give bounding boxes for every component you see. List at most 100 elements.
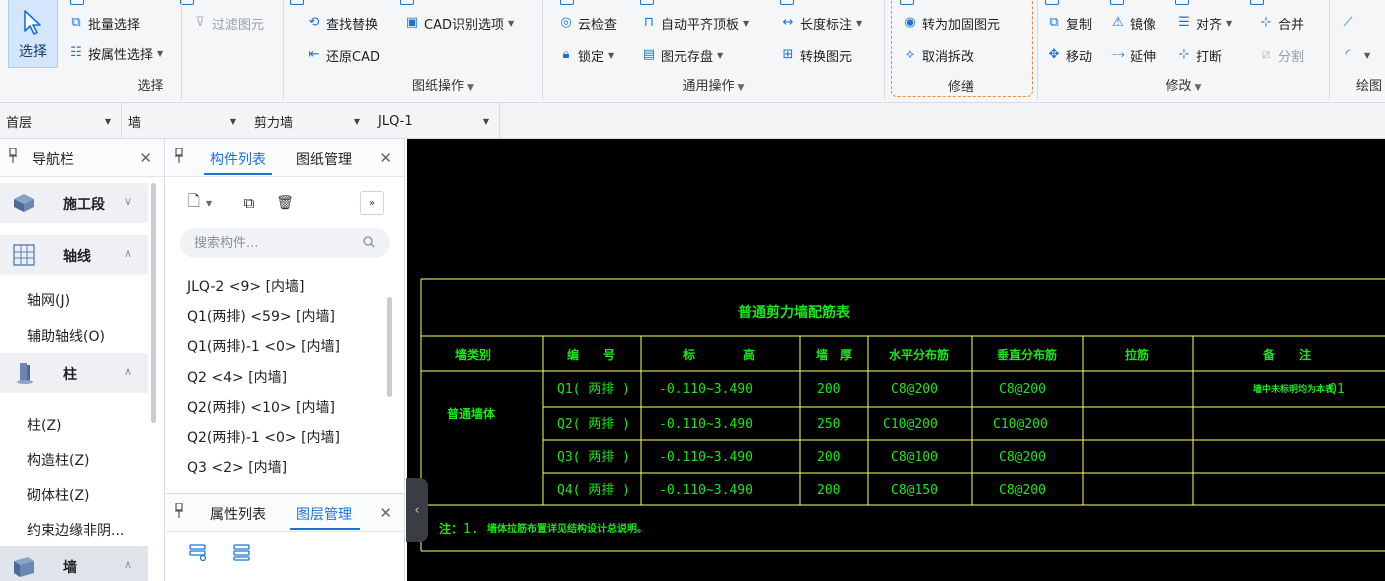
grid-icon bbox=[13, 244, 35, 266]
chevron-up-icon: ∧ bbox=[124, 558, 133, 571]
cad-note-text: 墙体拉筋布置详见结构设计总说明。 bbox=[487, 522, 647, 535]
collapse-panel-button[interactable]: ‹ bbox=[406, 478, 428, 542]
chevron-down-icon: ▼ bbox=[743, 18, 750, 28]
break-button[interactable]: ⊹ 打断 bbox=[1176, 44, 1222, 66]
trash-icon: 🗑︎ bbox=[276, 195, 294, 211]
mirror-button[interactable]: ⚠︎ 镜像 bbox=[1110, 12, 1156, 34]
length-dim-label: 长度标注 bbox=[800, 17, 853, 33]
cad-canvas[interactable]: 普通剪力墙配筋表 墙类别 编 号 标 高 墙 厚 水平分布筋 垂直分布筋 拉筋 … bbox=[407, 139, 1385, 581]
align-button[interactable]: ☰ 对齐 ▼ bbox=[1176, 12, 1232, 34]
general-ops-group: ◎ 云检查 ⊓ 自动平齐顶板 ▼ ↔ 长度标注 ▼ 🔒︎ 锁定 ▼ ▤ 图元存盘… bbox=[543, 0, 885, 100]
chevron-down-icon: ▼ bbox=[608, 50, 615, 60]
nav-item-aux-axis[interactable]: 辅助轴线(O) bbox=[27, 326, 105, 346]
cad-options-button[interactable]: ▣ CAD识别选项 ▼ bbox=[404, 12, 514, 34]
layer-settings-button[interactable] bbox=[226, 539, 258, 565]
nav-item-column[interactable]: 柱(Z) bbox=[27, 415, 62, 435]
component-item[interactable]: Q1(两排)-1 <0> [内墙] bbox=[187, 336, 340, 356]
tab-drawing-management[interactable]: 图纸管理 bbox=[296, 149, 352, 169]
tab-layer-management[interactable]: 图层管理 bbox=[296, 504, 352, 524]
chevron-down-icon: ▼ bbox=[353, 117, 360, 126]
move-icon: ✥ bbox=[1048, 47, 1060, 62]
cloud-check-button[interactable]: ◎ 云检查 bbox=[558, 12, 617, 34]
component-select[interactable]: JLQ-1 ▼ bbox=[370, 103, 500, 139]
general-ops-caption[interactable]: 通用操作 ▼ bbox=[543, 75, 884, 94]
nav-cat-axis[interactable]: 轴线 ∧ bbox=[0, 235, 148, 275]
subtype-select[interactable]: 剪力墙 ▼ bbox=[246, 103, 370, 139]
restore-cad-button[interactable]: ⇤ 还原CAD bbox=[306, 44, 380, 66]
element-store-button[interactable]: ▤ 图元存盘 ▼ bbox=[641, 44, 723, 66]
lock-button[interactable]: 🔒︎ 锁定 ▼ bbox=[558, 44, 615, 66]
nav-cat-label: 施工段 bbox=[63, 197, 105, 213]
tab-component-list[interactable]: 构件列表 bbox=[210, 149, 266, 169]
restore-cad-label: 还原CAD bbox=[326, 49, 380, 65]
component-item[interactable]: Q2(两排) <10> [内墙] bbox=[187, 397, 335, 417]
ribbon: —— —— —— —— —— ——— ——— ———— —— —— —— —— … bbox=[0, 0, 1385, 103]
auto-level-slab-button[interactable]: ⊓ 自动平齐顶板 ▼ bbox=[641, 12, 749, 34]
cad-cell-elev: -0.110~3.490 bbox=[659, 450, 753, 465]
nav-cat-label: 轴线 bbox=[63, 249, 91, 265]
select-by-property-button[interactable]: ☷ 按属性选择 ▼ bbox=[68, 42, 163, 64]
nav-item-structural-column[interactable]: 构造柱(Z) bbox=[27, 450, 90, 470]
batch-select-button[interactable]: ⧉ 批量选择 bbox=[68, 12, 140, 34]
move-button[interactable]: ✥ 移动 bbox=[1046, 44, 1092, 66]
cad-cell-thick: 200 bbox=[817, 450, 840, 465]
chevron-down-icon: ▼ bbox=[717, 50, 724, 60]
floor-select[interactable]: 首层 ▼ bbox=[0, 103, 122, 139]
convert-element-button[interactable]: ⊞ 转换图元 bbox=[780, 44, 852, 66]
drawing-ops-caption[interactable]: 图纸操作 ▼ bbox=[284, 75, 542, 94]
nav-item-masonry-column[interactable]: 砌体柱(Z) bbox=[27, 485, 90, 505]
nav-cat-construction-section[interactable]: 施工段 ∨ bbox=[0, 183, 148, 223]
find-replace-button[interactable]: ⟲ 查找替换 bbox=[306, 12, 378, 34]
length-dim-button[interactable]: ↔ 长度标注 ▼ bbox=[780, 12, 863, 34]
extend-button[interactable]: ⤍ 延伸 bbox=[1110, 44, 1156, 66]
component-item[interactable]: Q2(两排)-1 <0> [内墙] bbox=[187, 427, 340, 447]
type-select[interactable]: 墙 ▼ bbox=[122, 103, 246, 139]
more-tools-button[interactable]: » bbox=[360, 191, 384, 215]
active-tab-underline bbox=[204, 173, 272, 175]
properties-panel: 属性列表 图层管理 ✕ bbox=[166, 493, 405, 581]
nav-cat-label: 柱 bbox=[63, 367, 77, 383]
element-store-label: 图元存盘 bbox=[661, 49, 714, 65]
line-tool-button[interactable]: ⟋ bbox=[1340, 12, 1360, 34]
close-icon[interactable]: ✕ bbox=[139, 149, 152, 167]
copy-icon: ⧉ bbox=[243, 194, 255, 212]
tab-property-list[interactable]: 属性列表 bbox=[210, 504, 266, 524]
align-label: 对齐 bbox=[1196, 17, 1223, 33]
delete-component-button[interactable]: 🗑︎ bbox=[272, 191, 298, 215]
lock-label: 锁定 bbox=[578, 49, 605, 65]
filter-elements-button[interactable]: ⊽ 过滤图元 bbox=[192, 12, 264, 34]
arc-tool-button[interactable]: ◜ ▼ bbox=[1340, 44, 1370, 66]
component-item[interactable]: Q3 <2> [内墙] bbox=[187, 457, 287, 477]
nav-cat-column[interactable]: 柱 ∧ bbox=[0, 353, 148, 393]
ribbon-partial-item[interactable]: —— bbox=[180, 0, 224, 7]
component-item[interactable]: Q2 <4> [内墙] bbox=[187, 367, 287, 387]
cad-options-icon: ▣ bbox=[405, 15, 419, 30]
modify-caption[interactable]: 修改 ▼ bbox=[1038, 75, 1329, 94]
nav-panel-header: 导航栏 ✕ bbox=[0, 139, 164, 177]
merge-button[interactable]: ⊹ 合并 bbox=[1258, 12, 1304, 34]
pin-icon bbox=[175, 148, 183, 163]
layer-display-button[interactable] bbox=[182, 539, 214, 565]
nav-item-constraint-edge[interactable]: 约束边缘非阴... bbox=[27, 520, 124, 540]
select-button[interactable]: 选择 bbox=[8, 0, 58, 68]
new-component-button[interactable]: 🗋︎ ▼ bbox=[182, 191, 218, 215]
component-item[interactable]: JLQ-2 <9> [内墙] bbox=[187, 276, 305, 296]
close-icon[interactable]: ✕ bbox=[379, 149, 392, 167]
nav-cat-wall[interactable]: 墙 ∧ bbox=[0, 546, 148, 581]
copy-component-button[interactable]: ⧉ bbox=[236, 191, 262, 215]
cloud-check-icon: ◎ bbox=[560, 15, 572, 30]
component-item[interactable]: Q1(两排) <59> [内墙] bbox=[187, 306, 335, 326]
split-button[interactable]: ⧄ 分割 bbox=[1258, 44, 1304, 66]
copy-button[interactable]: ⧉ 复制 bbox=[1046, 12, 1092, 34]
chevron-down-icon: ▼ bbox=[482, 117, 489, 126]
component-list-scrollbar[interactable] bbox=[387, 297, 392, 397]
cad-cell-horiz: C10@200 bbox=[883, 417, 938, 432]
nav-item-axis-grid[interactable]: 轴网(J) bbox=[27, 290, 70, 310]
nav-scrollbar[interactable] bbox=[151, 183, 156, 423]
break-icon: ⊹ bbox=[1178, 47, 1190, 62]
component-search-input[interactable] bbox=[180, 228, 390, 258]
select-group-caption: 选择 bbox=[137, 79, 164, 94]
cad-table-title: 普通剪力墙配筋表 bbox=[738, 304, 851, 321]
cad-cell-elev: -0.110~3.490 bbox=[659, 483, 753, 498]
close-icon[interactable]: ✕ bbox=[379, 504, 392, 522]
